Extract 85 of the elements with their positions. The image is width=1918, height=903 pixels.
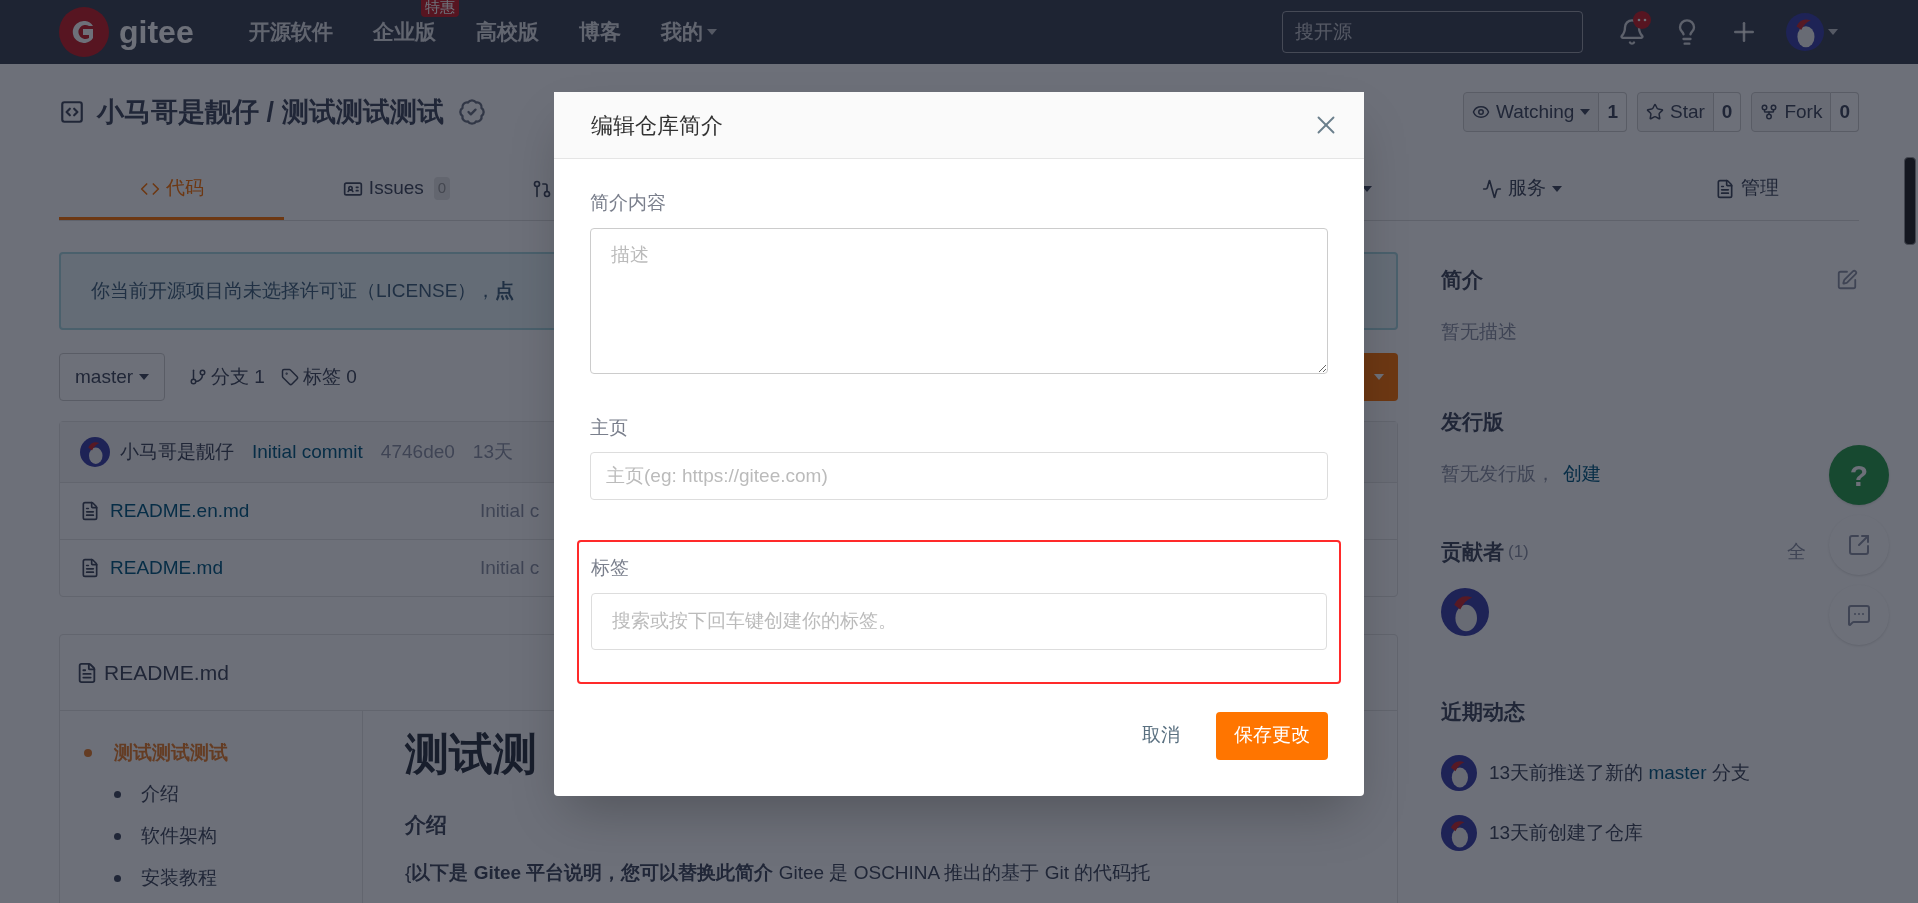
promo-badge: 特惠 xyxy=(420,0,459,18)
caret-icon xyxy=(1374,374,1384,380)
repo-action-button[interactable]: Fork xyxy=(1751,92,1832,132)
toc-link[interactable]: 介绍 xyxy=(141,779,179,809)
branch-link[interactable]: master xyxy=(1648,761,1707,783)
section-heading: 简介 xyxy=(1441,267,1483,293)
readme-filename: README.md xyxy=(104,659,229,686)
toc-link[interactable]: 软件架构 xyxy=(141,821,217,851)
file-icon xyxy=(80,558,100,578)
section-heading: 贡献者 xyxy=(1441,539,1504,565)
text-field[interactable]: 搜索或按下回车键创建你的标签。 xyxy=(591,592,1327,650)
notification-icon[interactable] xyxy=(1618,18,1646,46)
field-label: 简介内容 xyxy=(590,191,667,215)
caret-icon xyxy=(1361,185,1372,192)
bullet-icon xyxy=(84,749,92,757)
field-label: 标签 xyxy=(591,556,630,580)
file-link[interactable]: README.en.md xyxy=(110,496,480,526)
nav-link[interactable]: 博客 xyxy=(578,16,621,48)
tab[interactable]: 代码 xyxy=(139,174,204,203)
cancel-button[interactable]: 取消 xyxy=(1134,721,1188,750)
field-label: 主页 xyxy=(590,415,629,440)
tab[interactable]: 服务 xyxy=(1481,174,1562,203)
caret-icon xyxy=(139,374,150,380)
chat-icon xyxy=(1847,603,1871,627)
repo-action-button[interactable]: Watching xyxy=(1462,92,1600,132)
action-count: 0 xyxy=(1713,92,1742,132)
tab[interactable]: 管理 xyxy=(1714,174,1779,203)
file-icon xyxy=(76,661,98,684)
file-icon xyxy=(80,501,100,521)
tag-icon xyxy=(280,368,299,386)
nav-link[interactable]: 高校版 xyxy=(475,16,539,48)
commit-author: 小马哥是靓仔 xyxy=(120,439,234,464)
caret-icon xyxy=(1551,185,1562,192)
action-icon xyxy=(1646,103,1664,121)
branch-select[interactable]: master xyxy=(59,353,166,401)
caret-icon xyxy=(1580,109,1591,115)
tab-icon xyxy=(1481,178,1502,199)
toc-link[interactable]: 测试测试测试 xyxy=(114,738,228,768)
help-button[interactable]: ? xyxy=(1829,445,1889,505)
avatar xyxy=(1441,815,1477,851)
edit-icon[interactable] xyxy=(1836,268,1858,291)
readme-heading: 介绍 xyxy=(405,812,448,838)
avatar xyxy=(1441,755,1477,791)
avatar xyxy=(1786,13,1824,51)
file-link[interactable]: README.md xyxy=(110,553,480,583)
action-count: 0 xyxy=(1831,92,1859,132)
create-link[interactable]: 创建 xyxy=(1563,459,1601,488)
share-icon xyxy=(1847,533,1871,557)
branch-icon xyxy=(189,368,208,386)
dialog-title: 编辑仓库简介 xyxy=(591,111,723,140)
activity-text: 13天前推送了新的 master 分支 xyxy=(1489,760,1750,785)
notification-badge-icon xyxy=(1632,10,1652,30)
nav-link[interactable]: 我的 xyxy=(660,16,717,48)
section-heading: 发行版 xyxy=(1441,409,1505,435)
bullet-icon xyxy=(114,790,121,798)
activity-text: 13天前创建了仓库 xyxy=(1489,820,1644,845)
readme-paragraph: {以下是 Gitee 平台说明，您可以替换此简介 Gitee 是 OSCHINA 推出的基于 Git 的代码托 xyxy=(405,860,1151,885)
description-field[interactable]: 描述 xyxy=(590,227,1328,374)
repo-title: 小马哥是靓仔 / 测试测试测试 xyxy=(97,95,444,129)
action-icon xyxy=(1760,103,1779,121)
nav-link[interactable]: 企业版 xyxy=(372,16,436,48)
scrollbar[interactable] xyxy=(1904,157,1916,245)
branch-count-link[interactable]: 分支 1 xyxy=(211,362,265,392)
pull-request-icon[interactable] xyxy=(531,178,552,199)
text-field[interactable]: 主页(eg: https://gitee.com) xyxy=(590,452,1328,500)
avatar xyxy=(1441,587,1489,636)
repo-icon xyxy=(59,99,85,125)
repo-action-button[interactable]: Star xyxy=(1637,92,1714,132)
tag-count-link[interactable]: 标签 0 xyxy=(302,362,357,392)
caret-icon xyxy=(1828,29,1838,35)
logo-text: gitee xyxy=(119,13,194,52)
toc-link[interactable]: 安装教程 xyxy=(141,863,217,893)
section-heading: 近期动态 xyxy=(1441,698,1526,725)
action-count: 1 xyxy=(1599,92,1627,132)
badge-icon xyxy=(457,98,486,126)
save-button[interactable]: 保存更改 xyxy=(1216,711,1328,760)
caret-icon xyxy=(706,29,717,35)
nav-link[interactable]: 开源软件 xyxy=(248,16,333,48)
bullet-icon xyxy=(114,874,121,882)
readme-title: 测试测 xyxy=(405,728,538,780)
bullet-icon xyxy=(114,832,121,840)
logo-icon xyxy=(59,7,109,57)
avatar xyxy=(80,437,110,467)
commit-message-link[interactable]: Initial commit xyxy=(252,437,363,467)
action-icon xyxy=(1471,103,1490,121)
